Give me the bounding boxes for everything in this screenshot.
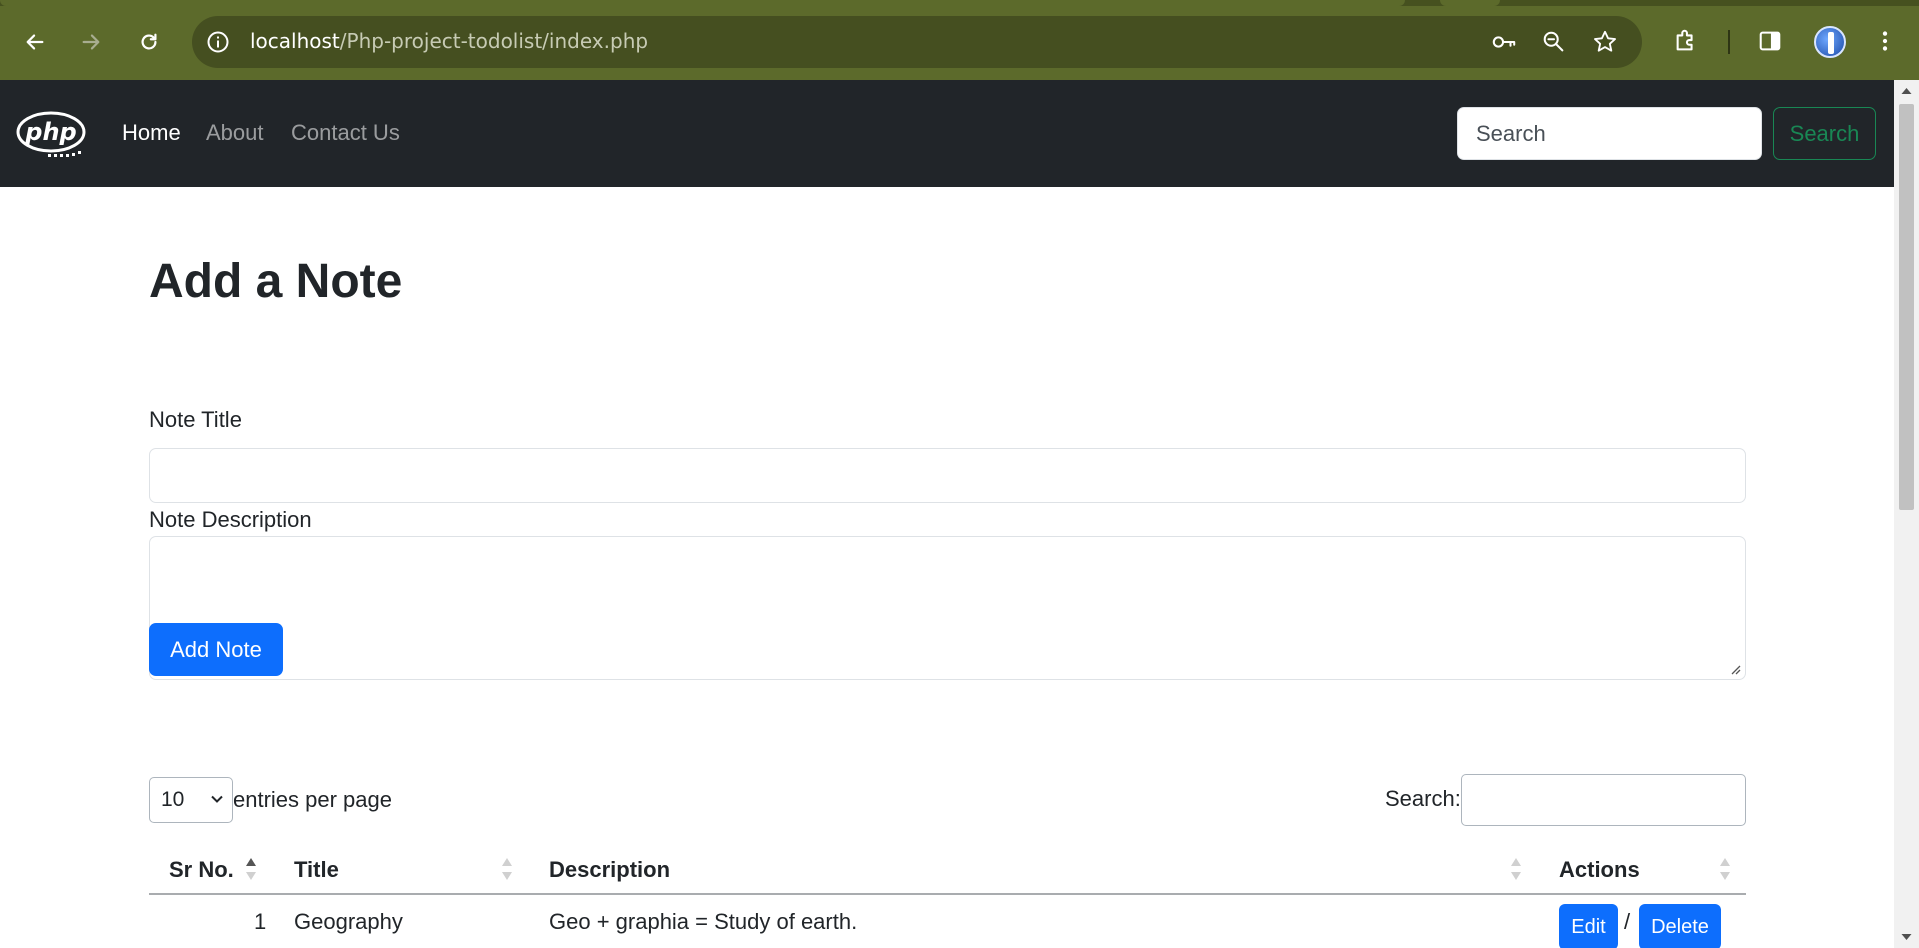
active-tab[interactable] — [0, 0, 1405, 6]
side-panel-icon[interactable] — [1753, 24, 1787, 58]
column-header-title[interactable]: Title — [294, 857, 339, 883]
bookmark-star-icon[interactable] — [1591, 28, 1619, 56]
note-description-textarea[interactable] — [149, 536, 1746, 680]
column-header-sr-no[interactable]: Sr No. — [169, 857, 234, 883]
nav-link-about[interactable]: About — [206, 120, 264, 146]
url-path: /Php-project-todolist/index.php — [339, 29, 649, 53]
sort-icon[interactable] — [1509, 855, 1523, 883]
edit-button[interactable]: Edit — [1559, 904, 1618, 948]
password-key-icon[interactable] — [1490, 28, 1518, 56]
url-text[interactable]: localhost/Php-project-todolist/index.php — [250, 29, 648, 53]
note-title-label: Note Title — [149, 407, 242, 432]
inactive-tab[interactable] — [1440, 0, 1500, 6]
chevron-down-icon — [211, 795, 223, 803]
table-row: 1 Geography Geo + graphia = Study of ear… — [149, 895, 1746, 948]
navbar-search-input[interactable] — [1457, 107, 1762, 160]
cell-title: Geography — [294, 909, 403, 934]
nav-link-home[interactable]: Home — [122, 120, 181, 146]
column-header-actions[interactable]: Actions — [1559, 857, 1640, 883]
navbar-search-button[interactable]: Search — [1773, 107, 1876, 160]
address-bar[interactable]: localhost/Php-project-todolist/index.php — [192, 16, 1642, 68]
nav-link-contact-us[interactable]: Contact Us — [291, 120, 400, 146]
zoom-icon[interactable] — [1540, 28, 1568, 56]
scrollbar-thumb[interactable] — [1899, 104, 1914, 510]
cell-sr-no: 1 — [254, 909, 267, 934]
action-separator: / — [1624, 909, 1631, 934]
note-title-input[interactable] — [149, 448, 1746, 503]
back-icon[interactable] — [17, 24, 53, 60]
scroll-up-icon[interactable] — [1900, 86, 1913, 96]
forward-icon[interactable] — [73, 24, 109, 60]
table-search-label: Search: — [1385, 786, 1461, 811]
scroll-down-icon[interactable] — [1900, 932, 1913, 942]
column-header-description[interactable]: Description — [549, 857, 670, 883]
browser-toolbar: localhost/Php-project-todolist/index.php — [0, 0, 1919, 80]
table-search-input[interactable] — [1461, 774, 1746, 826]
entries-per-page-value: 10 — [161, 788, 185, 811]
top-navbar: php Home About Contact Us Search — [0, 80, 1894, 187]
sort-ascending-icon[interactable] — [244, 855, 258, 883]
toolbar-divider — [1728, 30, 1730, 54]
page-viewport: php Home About Contact Us Search Add a N… — [0, 80, 1919, 948]
resize-grip-icon[interactable] — [1729, 663, 1741, 675]
extensions-icon[interactable] — [1669, 24, 1703, 58]
sort-icon[interactable] — [1718, 855, 1732, 883]
page-scrollbar[interactable] — [1894, 80, 1919, 948]
entries-per-page-select[interactable]: 10 — [149, 777, 233, 823]
site-info-icon[interactable] — [204, 28, 232, 56]
sort-icon[interactable] — [500, 855, 514, 883]
cell-description: Geo + graphia = Study of earth. — [549, 909, 858, 934]
delete-button[interactable]: Delete — [1639, 904, 1721, 948]
entries-per-page-label: entries per page — [233, 787, 392, 812]
php-logo[interactable]: php — [16, 110, 88, 160]
add-note-button[interactable]: Add Note — [149, 623, 283, 676]
reload-icon[interactable] — [131, 24, 167, 60]
tab-strip — [0, 0, 1919, 6]
note-description-label: Note Description — [149, 507, 312, 532]
table-header-row: Sr No. Title Description Actions — [149, 843, 1746, 895]
php-logo-text: php — [24, 118, 76, 146]
page-title: Add a Note — [149, 255, 403, 308]
profile-avatar[interactable] — [1814, 26, 1846, 58]
menu-icon[interactable] — [1868, 24, 1902, 58]
url-host: localhost — [250, 29, 340, 53]
